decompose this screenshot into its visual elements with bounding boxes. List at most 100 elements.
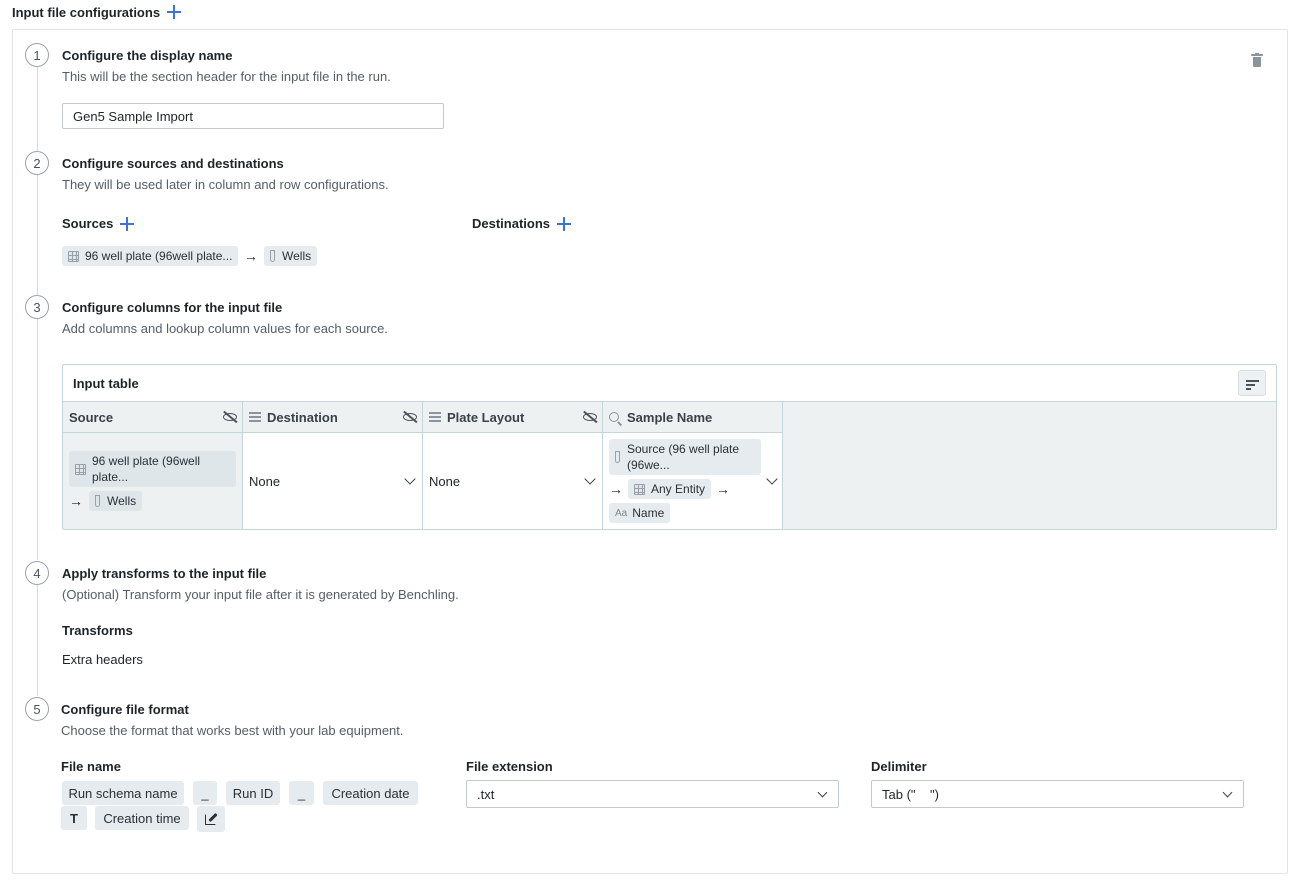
plate-grid-icon <box>68 250 79 262</box>
source-plate-text: 96 well plate (96well plate... <box>92 454 201 484</box>
destination-select[interactable]: None <box>249 433 416 529</box>
step-3-title: Configure columns for the input file <box>62 300 283 315</box>
tube-icon <box>95 495 100 507</box>
sort-button[interactable] <box>1238 370 1266 396</box>
delimiter-label: Delimiter <box>871 759 927 774</box>
delimiter-value: Tab (" ") <box>882 786 939 802</box>
sample-field-chip[interactable]: Aa Name <box>609 503 671 523</box>
step-connector <box>37 319 38 560</box>
display-name-input[interactable] <box>62 103 444 129</box>
chevron-down-icon <box>1222 787 1233 798</box>
sample-source-text: Source (96 well plate (96we... <box>627 442 740 472</box>
step-3-desc: Add columns and lookup column values for… <box>62 321 388 336</box>
sample-field-mapping: Aa Name <box>609 503 671 523</box>
step-2-desc: They will be used later in column and ro… <box>62 177 389 192</box>
sample-source-chip[interactable]: Source (96 well plate (96we... <box>609 439 761 475</box>
file-name-part-creation-time[interactable]: Creation time <box>95 806 189 830</box>
step-5-number: 5 <box>25 697 49 721</box>
column-header-label: Sample Name <box>627 409 713 425</box>
add-source-plus-icon[interactable] <box>120 216 135 231</box>
column-header-source[interactable]: Source <box>63 402 243 433</box>
plate-layout-value: None <box>429 473 461 489</box>
source-plate-text: 96 well plate (96well plate... <box>85 249 233 263</box>
search-icon <box>609 412 619 422</box>
file-name-part-separator[interactable]: _ <box>289 781 314 805</box>
edit-file-name-icon[interactable] <box>197 806 225 832</box>
file-name-part-t[interactable]: T <box>61 806 87 830</box>
hide-column-eye-off-icon[interactable] <box>222 410 238 423</box>
step-1-number: 1 <box>25 43 49 67</box>
chevron-down-icon <box>404 473 416 485</box>
hide-column-eye-off-icon[interactable] <box>402 410 418 423</box>
sample-field-text: Name <box>632 506 665 520</box>
column-header-label: Plate Layout <box>447 409 525 425</box>
step-connector <box>37 67 38 151</box>
sources-label: Sources <box>62 216 135 231</box>
mapping-arrow: → <box>716 481 731 497</box>
source-wells-text: Wells <box>282 249 312 263</box>
column-header-label: Source <box>69 409 114 425</box>
step-1-desc: This will be the section header for the … <box>62 69 391 84</box>
mapping-arrow: → <box>69 493 83 509</box>
step-3-number: 3 <box>25 295 49 319</box>
list-icon <box>429 412 441 422</box>
column-header-sample-name[interactable]: Sample Name <box>603 402 783 433</box>
source-wells-text: Wells <box>107 494 137 508</box>
tube-icon <box>270 250 275 262</box>
sources-label-text: Sources <box>62 216 114 231</box>
file-name-part-run-id[interactable]: Run ID <box>226 781 280 805</box>
step-5-title: Configure file format <box>61 702 189 717</box>
chevron-down-icon[interactable] <box>766 473 778 485</box>
source-plate-chip[interactable]: 96 well plate (96well plate... <box>62 246 238 266</box>
sample-entity-text: Any Entity <box>651 482 706 496</box>
chevron-down-icon <box>584 473 596 485</box>
chevron-down-icon <box>817 787 828 798</box>
add-destination-plus-icon[interactable] <box>557 216 572 231</box>
text-field-icon: Aa <box>615 507 628 519</box>
plate-layout-select[interactable]: None <box>429 433 596 529</box>
step-4-title: Apply transforms to the input file <box>62 566 267 581</box>
delete-trash-icon[interactable] <box>1251 53 1263 67</box>
list-icon <box>249 412 261 422</box>
file-name-label: File name <box>61 759 121 774</box>
hide-column-eye-off-icon[interactable] <box>582 410 598 423</box>
step-2-title: Configure sources and destinations <box>62 156 284 171</box>
cell-destination[interactable]: None <box>243 433 423 529</box>
column-header-plate-layout[interactable]: Plate Layout <box>423 402 603 433</box>
step-4-number: 4 <box>25 561 49 585</box>
step-connector <box>37 175 38 295</box>
step-2-number: 2 <box>25 151 49 175</box>
file-extension-value: .txt <box>477 786 495 802</box>
source-wells-chip[interactable]: Wells <box>264 246 318 266</box>
destinations-label: Destinations <box>472 216 572 231</box>
file-extension-label: File extension <box>466 759 553 774</box>
plate-grid-icon <box>75 463 86 475</box>
mapping-arrow: → <box>244 248 258 264</box>
source-plate-chip[interactable]: 96 well plate (96well plate... <box>69 451 236 487</box>
sample-entity-chip[interactable]: Any Entity <box>628 479 712 499</box>
mapping-arrow: → <box>609 481 623 497</box>
step-1-title: Configure the display name <box>62 48 233 63</box>
delimiter-select[interactable]: Tab (" ") <box>871 780 1244 808</box>
file-extension-select[interactable]: .txt <box>466 780 839 808</box>
entity-grid-icon <box>634 483 645 495</box>
cell-plate-layout[interactable]: None <box>423 433 603 529</box>
input-table-grid: Source Destination Plate Layout Sample N… <box>63 401 1276 529</box>
add-input-file-plus-icon[interactable] <box>167 5 182 19</box>
destinations-label-text: Destinations <box>472 216 551 231</box>
file-name-part-separator[interactable]: _ <box>193 781 217 805</box>
page-title-text: Input file configurations <box>12 4 161 20</box>
cell-source[interactable]: 96 well plate (96well plate... → Wells <box>63 433 243 529</box>
source-wells-chip[interactable]: Wells <box>89 491 143 511</box>
transform-item[interactable]: Extra headers <box>62 652 143 667</box>
column-header-destination[interactable]: Destination <box>243 402 423 433</box>
step-5-desc: Choose the format that works best with y… <box>61 723 404 738</box>
file-name-part-creation-date[interactable]: Creation date <box>323 781 418 805</box>
source-wells-mapping: → Wells <box>69 491 143 511</box>
step-connector <box>37 585 38 696</box>
tube-icon <box>615 451 620 463</box>
cell-sample-name[interactable]: Source (96 well plate (96we... → Any Ent… <box>603 433 783 529</box>
file-name-part-run-schema[interactable]: Run schema name <box>62 781 184 805</box>
step-4-desc: (Optional) Transform your input file aft… <box>62 587 459 602</box>
source-mapping: 96 well plate (96well plate... → Wells <box>62 246 318 266</box>
